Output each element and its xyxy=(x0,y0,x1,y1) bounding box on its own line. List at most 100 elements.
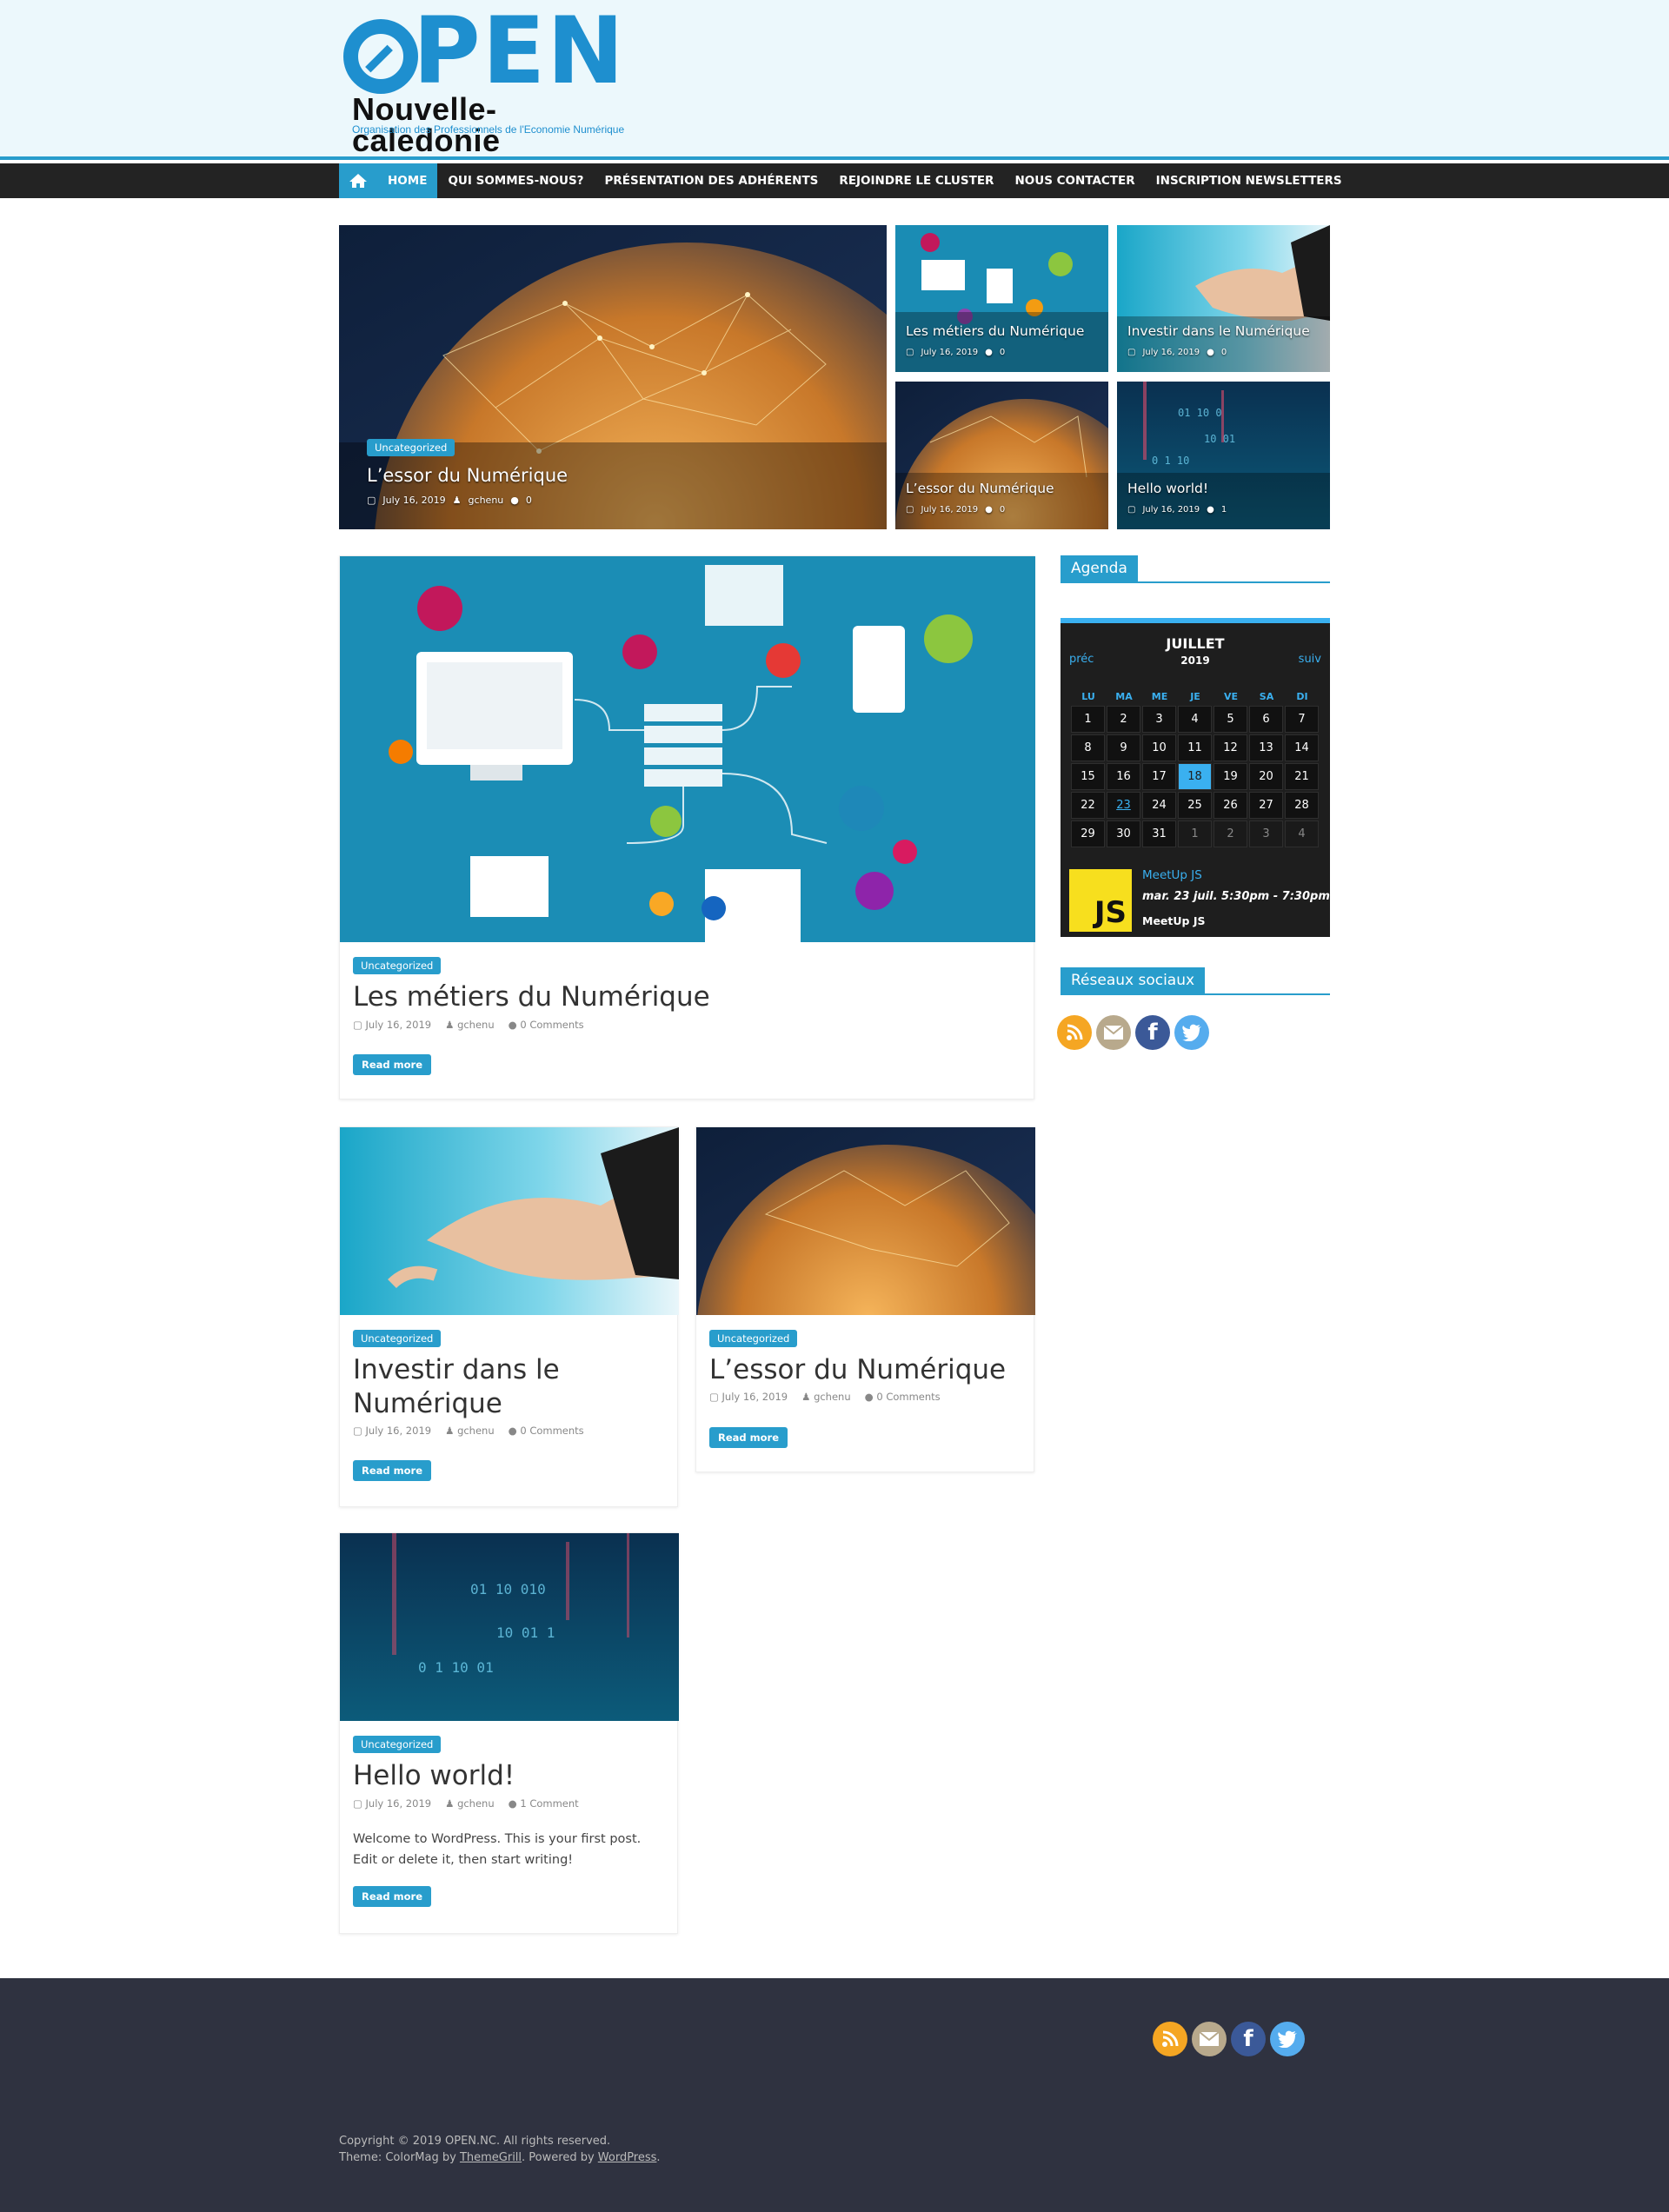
featured-small-4-title[interactable]: Hello world! xyxy=(1127,481,1208,496)
featured-small-2-comments[interactable]: 0 xyxy=(1221,348,1227,357)
event-js-logo[interactable]: JS xyxy=(1069,869,1132,932)
read-more-button[interactable]: Read more xyxy=(353,1886,432,1907)
themegrill-link[interactable]: ThemeGrill xyxy=(460,2151,522,2164)
post-image[interactable] xyxy=(340,556,1035,942)
featured-main-author[interactable]: gchenu xyxy=(469,495,504,506)
post-title[interactable]: Investir dans le Numérique xyxy=(353,1353,648,1421)
featured-small-3[interactable]: L’essor du Numérique ▢ July 16, 2019 ● 0 xyxy=(895,382,1108,529)
post-title[interactable]: L’essor du Numérique xyxy=(709,1353,1022,1387)
twitter-icon[interactable] xyxy=(1270,2022,1305,2056)
calendar-day[interactable]: 28 xyxy=(1285,792,1319,819)
post-author[interactable]: gchenu xyxy=(457,1425,495,1437)
calendar-day[interactable]: 21 xyxy=(1285,763,1319,790)
post-date[interactable]: July 16, 2019 xyxy=(722,1391,788,1403)
calendar-day[interactable]: 3 xyxy=(1249,820,1283,847)
event-title[interactable]: MeetUp JS xyxy=(1142,868,1202,882)
calendar-day[interactable]: 20 xyxy=(1249,763,1283,790)
wordpress-link[interactable]: WordPress xyxy=(598,2151,657,2164)
facebook-icon[interactable]: f xyxy=(1135,1015,1170,1050)
calendar-day[interactable]: 18 xyxy=(1178,763,1212,790)
featured-small-3-title[interactable]: L’essor du Numérique xyxy=(906,481,1054,496)
read-more-button[interactable]: Read more xyxy=(353,1054,432,1075)
calendar-day[interactable]: 1 xyxy=(1071,706,1105,733)
nav-item-rejoindre-cluster[interactable]: REJOINDRE LE CLUSTER xyxy=(828,163,1004,198)
calendar-day[interactable]: 31 xyxy=(1142,820,1176,847)
calendar-day[interactable]: 5 xyxy=(1214,706,1247,733)
facebook-icon[interactable]: f xyxy=(1231,2022,1266,2056)
featured-main-comments[interactable]: 0 xyxy=(526,495,532,506)
featured-small-1-title[interactable]: Les métiers du Numérique xyxy=(906,323,1084,339)
calendar-day[interactable]: 24 xyxy=(1142,792,1176,819)
nav-item-nous-contacter[interactable]: NOUS CONTACTER xyxy=(1004,163,1145,198)
post-title[interactable]: Les métiers du Numérique xyxy=(353,980,710,1014)
nav-item-home[interactable]: HOME xyxy=(377,163,438,198)
calendar-day[interactable]: 19 xyxy=(1214,763,1247,790)
calendar-day[interactable]: 9 xyxy=(1107,734,1140,761)
featured-small-1-comments[interactable]: 0 xyxy=(1000,348,1005,357)
post-title[interactable]: Hello world! xyxy=(353,1759,515,1793)
featured-small-4-date[interactable]: July 16, 2019 xyxy=(1142,505,1200,515)
calendar-day[interactable]: 16 xyxy=(1107,763,1140,790)
featured-small-3-comments[interactable]: 0 xyxy=(1000,505,1005,515)
calendar-day[interactable]: 26 xyxy=(1214,792,1247,819)
post-author[interactable]: gchenu xyxy=(457,1019,495,1031)
read-more-button[interactable]: Read more xyxy=(709,1427,788,1448)
featured-small-3-date[interactable]: July 16, 2019 xyxy=(921,505,978,515)
calendar-day[interactable]: 2 xyxy=(1214,820,1247,847)
home-icon[interactable] xyxy=(339,163,377,198)
rss-icon[interactable] xyxy=(1057,1015,1092,1050)
calendar-day[interactable]: 13 xyxy=(1249,734,1283,761)
calendar-day[interactable]: 17 xyxy=(1142,763,1176,790)
calendar-day[interactable]: 6 xyxy=(1249,706,1283,733)
calendar-day[interactable]: 27 xyxy=(1249,792,1283,819)
post-image[interactable]: 01 10 010 10 01 1 0 1 10 01 xyxy=(340,1533,679,1721)
featured-small-2[interactable]: Investir dans le Numérique ▢ July 16, 20… xyxy=(1117,225,1330,372)
featured-small-4[interactable]: 01 10 0 10 01 0 1 10 Hello world! ▢ July 1… xyxy=(1117,382,1330,529)
calendar-day[interactable]: 15 xyxy=(1071,763,1105,790)
calendar-day[interactable]: 2 xyxy=(1107,706,1140,733)
category-badge[interactable]: Uncategorized xyxy=(353,1736,442,1753)
calendar-day[interactable]: 30 xyxy=(1107,820,1140,847)
post-image[interactable] xyxy=(340,1127,679,1315)
calendar-day[interactable]: 22 xyxy=(1071,792,1105,819)
category-badge[interactable]: Uncategorized xyxy=(367,439,455,456)
nav-item-inscription-newsletters[interactable]: INSCRIPTION NEWSLETTERS xyxy=(1146,163,1353,198)
calendar-day[interactable]: 14 xyxy=(1285,734,1319,761)
category-badge[interactable]: Uncategorized xyxy=(709,1330,798,1347)
calendar-day[interactable]: 29 xyxy=(1071,820,1105,847)
post-date[interactable]: July 16, 2019 xyxy=(366,1425,432,1437)
calendar-day[interactable]: 4 xyxy=(1178,706,1212,733)
post-comments[interactable]: 0 Comments xyxy=(520,1019,583,1031)
calendar-day[interactable]: 3 xyxy=(1142,706,1176,733)
read-more-button[interactable]: Read more xyxy=(353,1460,432,1481)
featured-small-1[interactable]: Les métiers du Numérique ▢ July 16, 2019… xyxy=(895,225,1108,372)
calendar-day[interactable]: 11 xyxy=(1178,734,1212,761)
featured-small-2-title[interactable]: Investir dans le Numérique xyxy=(1127,323,1310,339)
category-badge[interactable]: Uncategorized xyxy=(353,957,442,974)
post-comments[interactable]: 0 Comments xyxy=(876,1391,940,1403)
calendar-day[interactable]: 1 xyxy=(1178,820,1212,847)
category-badge[interactable]: Uncategorized xyxy=(353,1330,442,1347)
post-author[interactable]: gchenu xyxy=(814,1391,851,1403)
nav-item-qui-sommes-nous[interactable]: QUI SOMMES-NOUS? xyxy=(437,163,594,198)
post-date[interactable]: July 16, 2019 xyxy=(366,1019,432,1031)
featured-small-4-comments[interactable]: 1 xyxy=(1221,505,1227,515)
featured-small-2-date[interactable]: July 16, 2019 xyxy=(1142,348,1200,357)
featured-main-date[interactable]: July 16, 2019 xyxy=(382,495,445,506)
featured-small-1-date[interactable]: July 16, 2019 xyxy=(921,348,978,357)
calendar-day[interactable]: 23 xyxy=(1107,792,1140,819)
post-date[interactable]: July 16, 2019 xyxy=(366,1797,432,1810)
featured-main[interactable]: Uncategorized L’essor du Numérique ▢ Jul… xyxy=(339,225,887,529)
rss-icon[interactable] xyxy=(1153,2022,1187,2056)
post-comments[interactable]: 0 Comments xyxy=(520,1425,583,1437)
post-comments[interactable]: 1 Comment xyxy=(520,1797,578,1810)
featured-main-title[interactable]: L’essor du Numérique xyxy=(367,465,568,486)
post-author[interactable]: gchenu xyxy=(457,1797,495,1810)
calendar-day[interactable]: 25 xyxy=(1178,792,1212,819)
site-logo[interactable]: PEN Nouvelle-caledonie Organisation des … xyxy=(343,5,630,156)
calendar-day[interactable]: 8 xyxy=(1071,734,1105,761)
calendar-day[interactable]: 10 xyxy=(1142,734,1176,761)
post-image[interactable] xyxy=(696,1127,1035,1315)
calendar-day[interactable]: 7 xyxy=(1285,706,1319,733)
mail-icon[interactable] xyxy=(1096,1015,1131,1050)
